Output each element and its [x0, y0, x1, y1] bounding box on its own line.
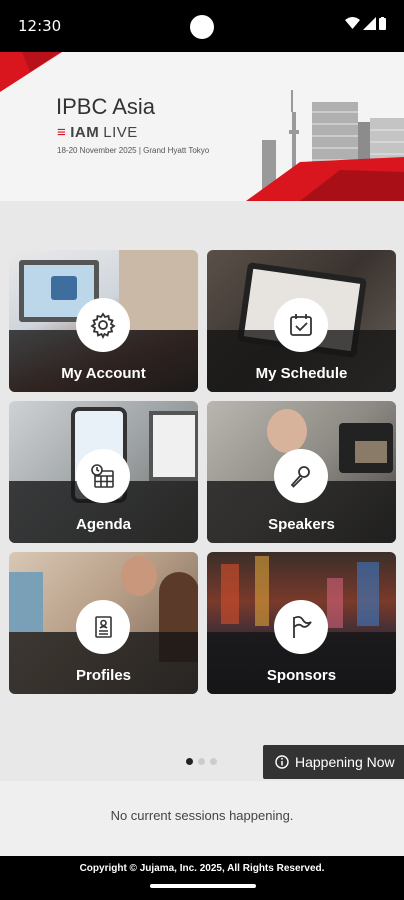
happening-now-label: Happening Now [295, 754, 395, 770]
status-time: 12:30 [18, 17, 62, 35]
tile-label: Profiles [75, 667, 132, 684]
wifi-icon [345, 17, 360, 29]
info-icon [275, 755, 289, 769]
logo-mark-icon: ≡ [57, 124, 67, 141]
calendar-check-icon [274, 298, 328, 352]
happening-now-panel: No current sessions happening. [0, 781, 404, 856]
happening-now-button[interactable]: Happening Now [263, 745, 404, 779]
tile-label: Speakers [268, 516, 335, 533]
tile-my-account[interactable]: My Account [9, 250, 198, 392]
logo-iam-text: IAM [70, 124, 100, 141]
microphone-icon [274, 449, 328, 503]
tile-my-schedule[interactable]: My Schedule [207, 250, 396, 392]
tile-speakers[interactable]: Speakers [207, 401, 396, 543]
iam-live-logo: ≡ IAM LIVE [57, 124, 138, 141]
event-dates-venue: 18-20 November 2025 | Grand Hyatt Tokyo [57, 146, 210, 155]
calendar-clock-icon [76, 449, 130, 503]
page-dot-1[interactable] [186, 758, 193, 765]
page-dot-2[interactable] [198, 758, 205, 765]
camera-cutout [190, 15, 214, 39]
tile-label: My Schedule [255, 365, 348, 382]
battery-icon [379, 17, 386, 30]
page-dot-3[interactable] [210, 758, 217, 765]
gear-icon [76, 298, 130, 352]
logo-live-text: LIVE [103, 124, 138, 141]
flag-icon [274, 600, 328, 654]
page-indicator [186, 758, 217, 765]
no-sessions-message: No current sessions happening. [110, 808, 294, 823]
tile-label: My Account [61, 365, 146, 382]
tile-agenda[interactable]: Agenda [9, 401, 198, 543]
tile-profiles[interactable]: Profiles [9, 552, 198, 694]
main-menu: My Account My Schedule Agenda Speakers P… [0, 201, 404, 781]
copyright-text: Copyright © Jujama, Inc. 2025, All Right… [79, 863, 325, 874]
profile-card-icon [76, 600, 130, 654]
status-bar: 12:30 [0, 0, 404, 52]
footer: Copyright © Jujama, Inc. 2025, All Right… [0, 856, 404, 900]
tile-label: Agenda [75, 516, 131, 533]
tile-label: Sponsors [266, 667, 337, 684]
tile-sponsors[interactable]: Sponsors [207, 552, 396, 694]
event-title: IPBC Asia [56, 94, 156, 119]
signal-icon [363, 17, 376, 30]
event-banner: IPBC Asia ≡ IAM LIVE 18-20 November 2025… [0, 52, 404, 201]
home-indicator[interactable] [150, 884, 256, 888]
status-icons [345, 17, 386, 30]
